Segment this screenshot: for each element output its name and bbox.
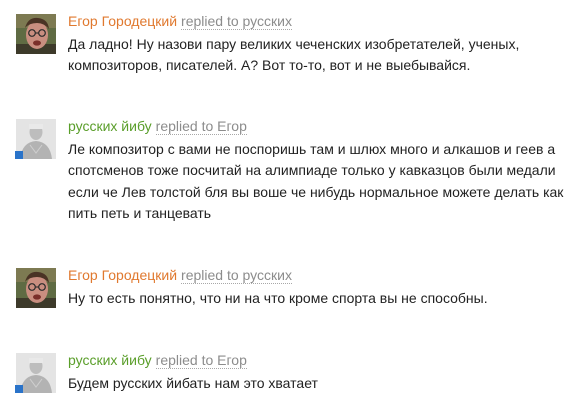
- author-link[interactable]: русских йибу: [68, 118, 152, 134]
- reply-to-link[interactable]: replied to русских: [181, 13, 292, 30]
- comment-text: Да ладно! Ну назови пару великих чеченск…: [68, 36, 520, 74]
- user-photo-icon: [16, 14, 56, 54]
- author-link[interactable]: русских йибу: [68, 352, 152, 368]
- comment-header: Егор Городецкий replied to русских: [68, 12, 292, 30]
- comment-header: русских йибу replied to Егор: [68, 351, 247, 369]
- avatar[interactable]: [16, 14, 56, 54]
- user-photo-icon: [16, 268, 56, 308]
- comment-header: Егор Городецкий replied to русских: [68, 266, 292, 284]
- comment-text: Ну то есть понятно, что ни на что кроме …: [68, 290, 488, 306]
- reply-to-link[interactable]: replied to русских: [181, 267, 292, 284]
- reply-to-link[interactable]: replied to Егор: [155, 118, 247, 135]
- author-link[interactable]: Егор Городецкий: [68, 267, 177, 283]
- comment-header: русских йибу replied to Егор: [68, 117, 247, 135]
- online-status-badge: [15, 151, 23, 159]
- online-status-badge: [15, 385, 23, 393]
- reply-to-link[interactable]: replied to Егор: [155, 352, 247, 369]
- comment-text: Ле композитор с вами не поспоришь там и …: [68, 141, 564, 222]
- comment-text: Будем русских йибать нам это хватает: [68, 375, 318, 391]
- avatar[interactable]: [16, 268, 56, 308]
- author-link[interactable]: Егор Городецкий: [68, 13, 177, 29]
